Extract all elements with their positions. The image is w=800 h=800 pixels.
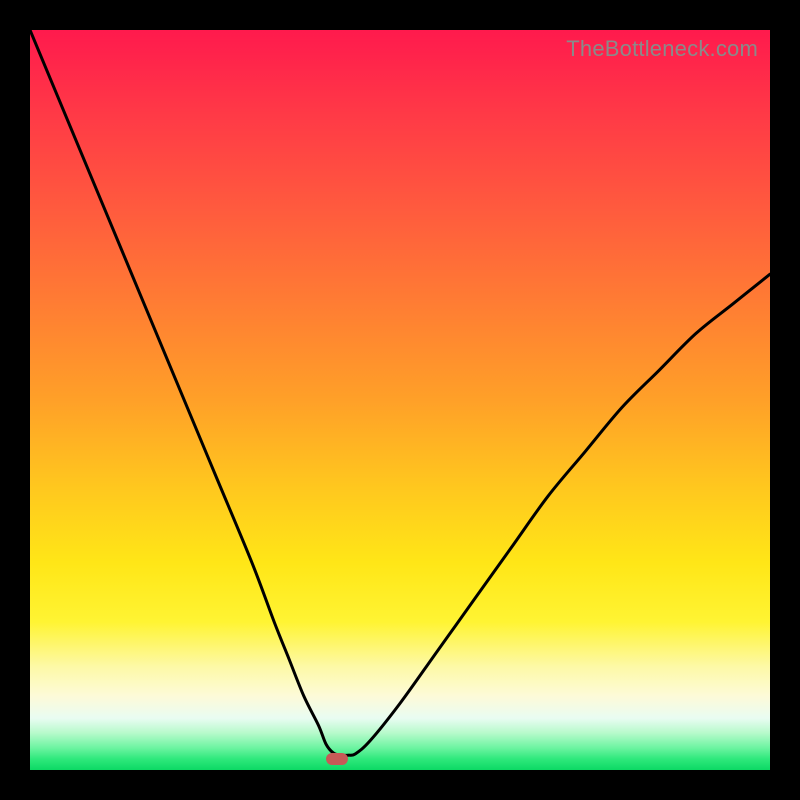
plot-area: TheBottleneck.com (30, 30, 770, 770)
bottleneck-curve (30, 30, 770, 755)
chart-frame: TheBottleneck.com (0, 0, 800, 800)
minimum-marker (326, 753, 348, 765)
curve-svg (30, 30, 770, 770)
